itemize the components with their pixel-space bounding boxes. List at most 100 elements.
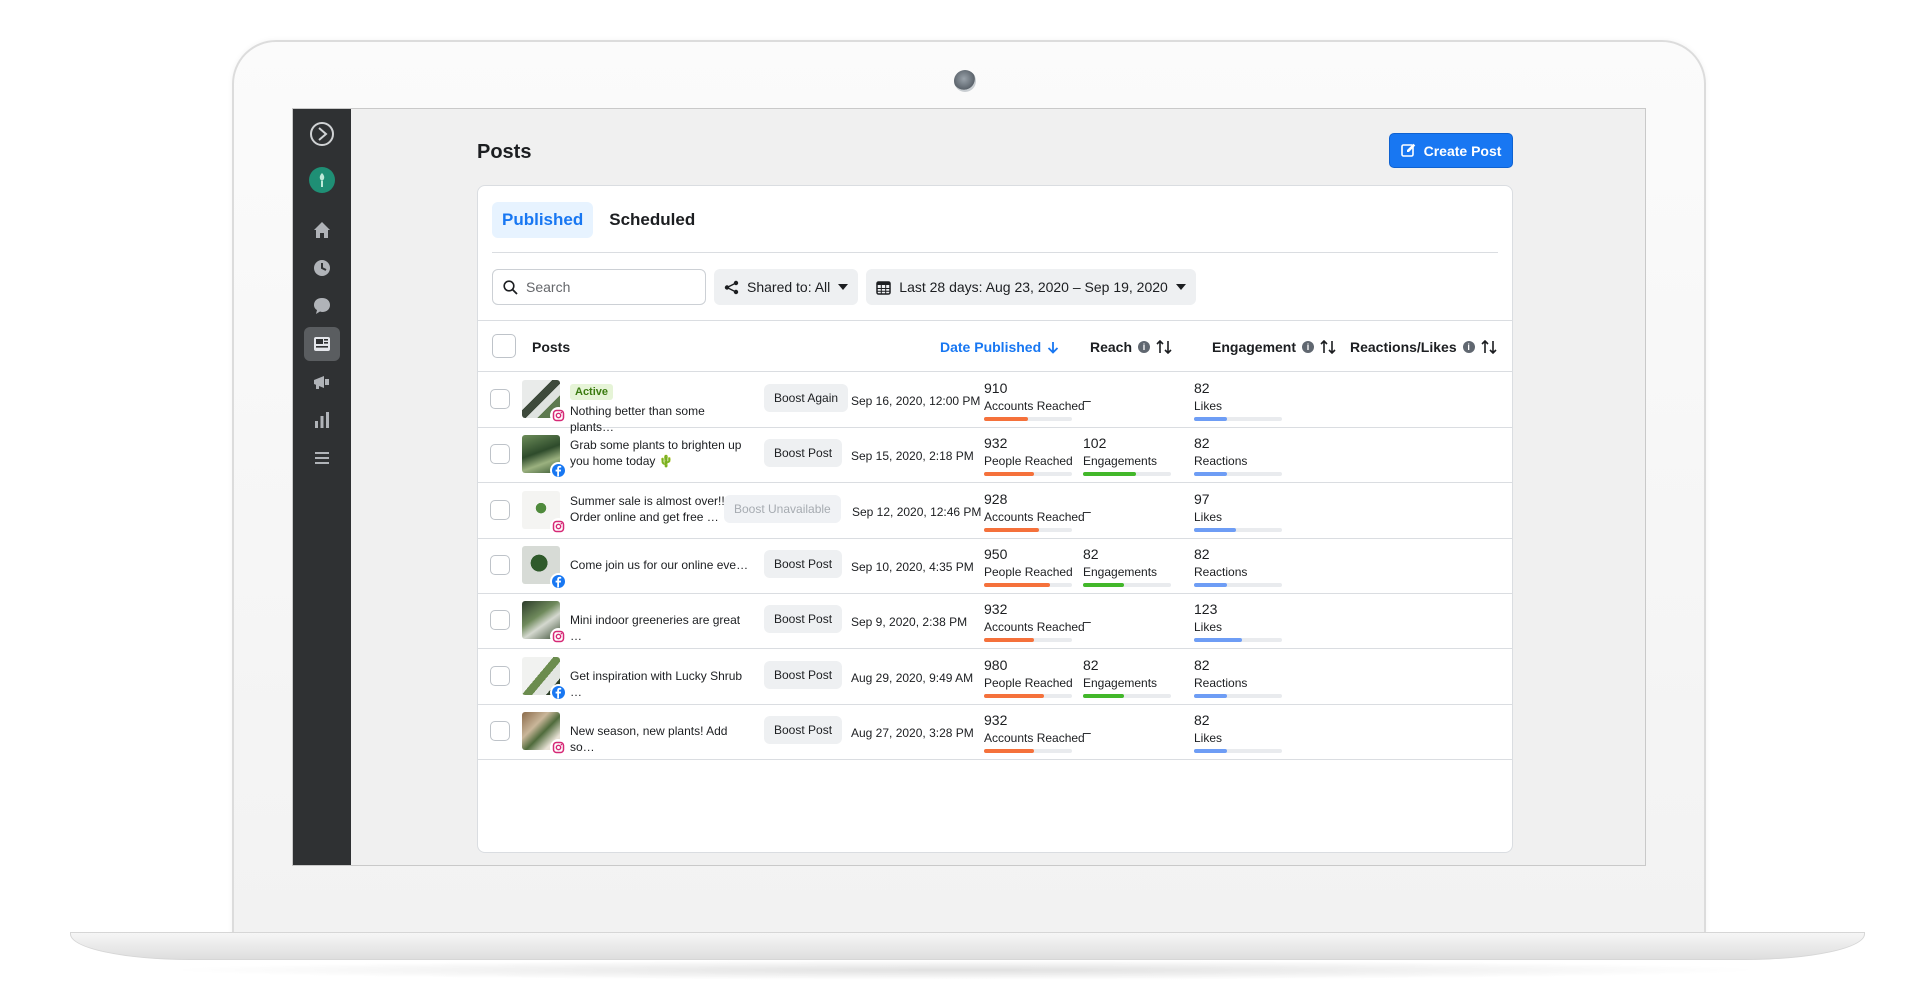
column-date-published[interactable]: Date Published xyxy=(940,321,1059,373)
table-row[interactable]: Mini indoor greeneries are great … Boost… xyxy=(478,594,1512,650)
row-checkbox[interactable] xyxy=(490,444,510,465)
tab-published[interactable]: Published xyxy=(492,202,594,238)
sort-icon[interactable] xyxy=(1481,340,1497,354)
tab-scheduled[interactable]: Scheduled xyxy=(599,202,705,238)
reach-bar xyxy=(984,582,1072,587)
reactions-bar xyxy=(1194,582,1282,587)
boost-button[interactable]: Boost Again xyxy=(764,384,849,412)
date-published: Aug 27, 2020, 3:28 PM xyxy=(851,725,974,740)
row-checkbox[interactable] xyxy=(490,720,510,741)
boost-button[interactable]: Boost Post xyxy=(764,605,843,634)
reach-metric: 980 People Reached xyxy=(984,657,1073,698)
column-engagement-label: Engagement xyxy=(1212,339,1297,355)
home-icon[interactable] xyxy=(304,213,340,247)
post-text[interactable]: Come join us for our online eve… xyxy=(570,557,750,573)
reactions-bar xyxy=(1194,527,1282,532)
tab-bar: Published Scheduled xyxy=(492,202,705,238)
engagement-value: 102 xyxy=(1083,435,1107,452)
date-published: Sep 16, 2020, 12:00 PM xyxy=(851,394,981,408)
info-icon[interactable]: i xyxy=(1462,341,1475,353)
reach-label: Accounts Reached xyxy=(984,399,1085,413)
table-row[interactable]: Summer sale is almost over!! Order onlin… xyxy=(478,484,1512,539)
sort-icon[interactable] xyxy=(1156,340,1172,354)
row-checkbox[interactable] xyxy=(490,665,510,686)
shared-to-dropdown[interactable]: Shared to: All xyxy=(714,269,859,305)
row-checkbox[interactable] xyxy=(490,554,510,575)
reach-value: 932 xyxy=(984,601,1008,618)
reactions-label: Likes xyxy=(1194,399,1223,413)
table-row[interactable]: Grab some plants to brighten up you home… xyxy=(478,428,1512,484)
boost-button[interactable]: Boost Post xyxy=(764,549,843,578)
reactions-value: 123 xyxy=(1194,601,1218,618)
boost-button[interactable]: Boost Post xyxy=(764,439,843,468)
inbox-icon[interactable] xyxy=(304,289,340,323)
chevron-down-icon xyxy=(1175,284,1186,290)
webcam xyxy=(954,70,976,92)
table-row[interactable]: New season, new plants! Add so… Boost Po… xyxy=(478,705,1512,760)
engagement-label: Engagements xyxy=(1083,454,1158,469)
table-row[interactable]: Get inspiration with Lucky Shrub … Boost… xyxy=(478,650,1512,705)
ads-icon[interactable] xyxy=(304,365,340,399)
reactions-label: Reactions xyxy=(1194,454,1248,469)
column-reactions[interactable]: Reactions/Likes i xyxy=(1350,321,1497,373)
boost-button[interactable]: Boost Post xyxy=(764,660,843,689)
table-row[interactable]: Active Nothing better than some plants… … xyxy=(478,373,1512,434)
sort-icon[interactable] xyxy=(1320,340,1336,354)
reach-value: 980 xyxy=(984,656,1008,673)
post-text[interactable]: Mini indoor greeneries are great … xyxy=(570,612,750,644)
engagement-value: 82 xyxy=(1083,656,1099,673)
post-text[interactable]: Active Nothing better than some plants… xyxy=(570,383,750,435)
column-posts: Posts xyxy=(532,339,571,355)
logo-icon[interactable] xyxy=(304,117,340,151)
insights-icon[interactable] xyxy=(304,403,340,437)
engagement-label: Engagements xyxy=(1083,675,1158,690)
reach-bar xyxy=(984,472,1072,477)
reach-bar xyxy=(984,748,1072,753)
post-text[interactable]: Grab some plants to brighten up you home… xyxy=(570,437,750,469)
menu-icon[interactable] xyxy=(304,441,340,475)
table-row[interactable]: Come join us for our online eve… Boost P… xyxy=(478,539,1512,594)
column-engagement[interactable]: Engagement i xyxy=(1212,321,1336,373)
row-checkbox[interactable] xyxy=(490,499,510,520)
reactions-value: 82 xyxy=(1194,656,1210,673)
reach-metric: 932 Accounts Reached xyxy=(984,712,1085,753)
reactions-value: 82 xyxy=(1194,545,1210,562)
engagement-metric: 102 Engagements xyxy=(1083,435,1171,477)
planner-icon[interactable] xyxy=(304,251,340,285)
date-range-dropdown[interactable]: Last 28 days: Aug 23, 2020 – Sep 19, 202… xyxy=(866,269,1196,305)
posts-icon[interactable] xyxy=(304,327,340,361)
boost-button[interactable]: Boost Post xyxy=(764,715,843,744)
reach-label: People Reached xyxy=(984,564,1073,579)
info-icon[interactable]: i xyxy=(1302,341,1315,353)
engagement-bar xyxy=(1083,693,1171,698)
date-published: Sep 15, 2020, 2:18 PM xyxy=(851,449,974,464)
row-checkbox[interactable] xyxy=(490,610,510,631)
reach-bar xyxy=(984,417,1072,421)
profile-avatar[interactable] xyxy=(304,163,340,197)
search-placeholder: Search xyxy=(526,279,571,295)
info-icon[interactable]: i xyxy=(1138,341,1151,353)
post-caption: Grab some plants to brighten up you home… xyxy=(570,438,742,469)
post-caption: New season, new plants! Add so… xyxy=(570,723,728,754)
post-text[interactable]: New season, new plants! Add so… xyxy=(570,723,750,755)
engagement-empty: – xyxy=(1083,502,1091,519)
search-input[interactable]: Search xyxy=(492,269,706,305)
column-reach[interactable]: Reach i xyxy=(1090,321,1172,373)
reach-bar xyxy=(984,527,1072,532)
engagement-fill xyxy=(1083,693,1125,698)
row-checkbox[interactable] xyxy=(490,389,510,409)
post-text[interactable]: Get inspiration with Lucky Shrub … xyxy=(570,668,750,700)
shared-to-label: Shared to: All xyxy=(747,279,831,295)
reach-metric: 932 Accounts Reached xyxy=(984,601,1085,643)
reactions-metric: 123 Likes xyxy=(1194,601,1282,643)
select-all-checkbox[interactable] xyxy=(492,334,516,358)
engagement-metric: 82 Engagements xyxy=(1083,546,1171,587)
reach-value: 950 xyxy=(984,545,1008,562)
reactions-metric: 82 Reactions xyxy=(1194,546,1282,587)
post-text[interactable]: Summer sale is almost over!! Order onlin… xyxy=(570,493,750,525)
reactions-bar xyxy=(1194,693,1282,698)
create-post-button[interactable]: Create Post xyxy=(1389,133,1513,168)
facebook-icon xyxy=(550,462,567,480)
reach-value: 932 xyxy=(984,435,1008,452)
reach-label: People Reached xyxy=(984,675,1073,690)
